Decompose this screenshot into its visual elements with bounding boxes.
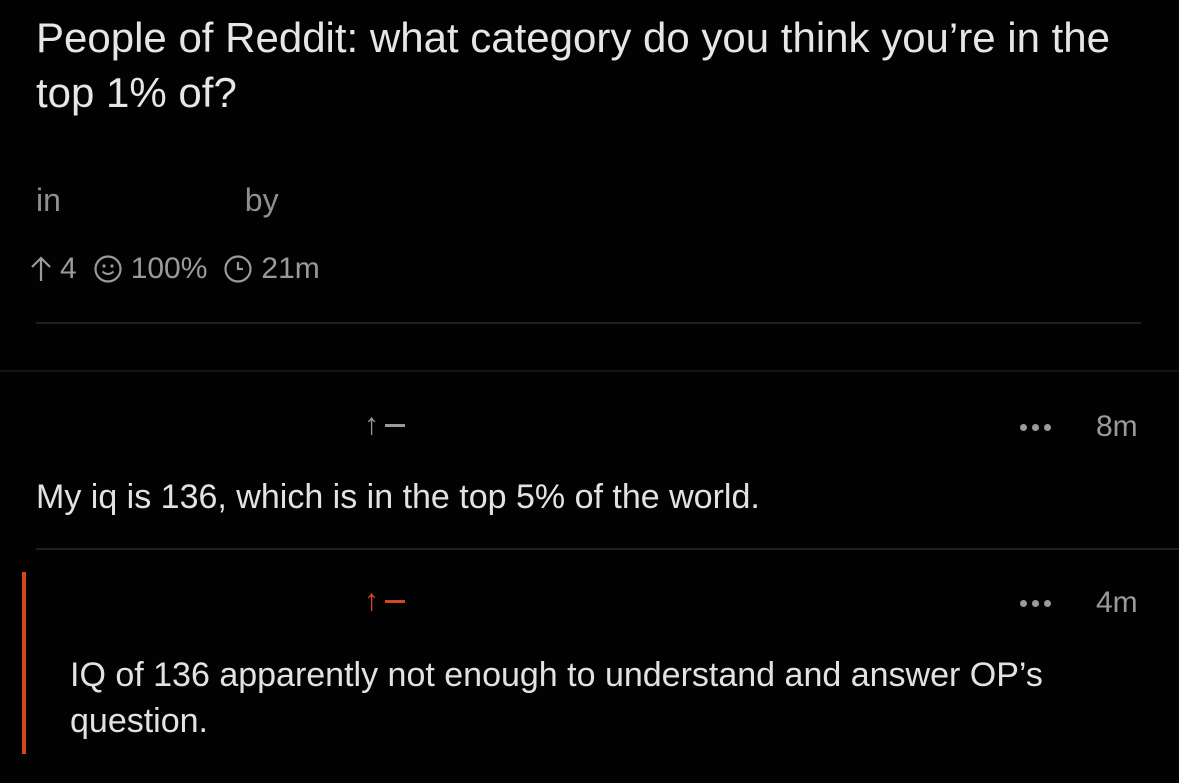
subreddit-label: in	[36, 182, 61, 218]
arrow-up-icon[interactable]: ↑	[364, 408, 379, 442]
upvote-number: 4	[60, 252, 77, 285]
comment-time: 8m	[1096, 410, 1138, 443]
comment-divider	[36, 548, 1179, 550]
arrow-up-icon[interactable]: ↑	[364, 584, 379, 618]
smiley-icon	[93, 254, 123, 284]
section-divider	[0, 370, 1179, 372]
post-meta: in by	[36, 182, 279, 219]
post-age: 21m	[223, 252, 320, 286]
post-title: People of Reddit: what category do you t…	[36, 14, 1110, 116]
divider	[36, 322, 1141, 324]
ratio-value: 100%	[130, 252, 208, 285]
comment-vote-control[interactable]: ↑	[364, 584, 405, 618]
author-label: by	[244, 182, 279, 218]
comment-time: 4m	[1096, 586, 1138, 619]
comment-text: IQ of 136 apparently not enough to under…	[70, 656, 1043, 740]
comment-text: My iq is 136, which is in the top 5% of …	[36, 478, 760, 516]
arrow-up-icon	[30, 256, 52, 282]
vote-dash-icon	[385, 599, 405, 603]
more-options-icon[interactable]	[1020, 424, 1051, 431]
reply-thread-line	[22, 572, 26, 754]
vote-dash-icon	[385, 423, 405, 427]
post-stats: 4 100% 21m	[30, 252, 336, 286]
age-value: 21m	[261, 252, 320, 285]
upvote-count[interactable]: 4	[30, 252, 77, 286]
clock-icon	[223, 254, 253, 284]
comment-vote-control[interactable]: ↑	[364, 408, 405, 442]
upvote-ratio: 100%	[93, 252, 208, 286]
more-options-icon[interactable]	[1020, 600, 1051, 607]
